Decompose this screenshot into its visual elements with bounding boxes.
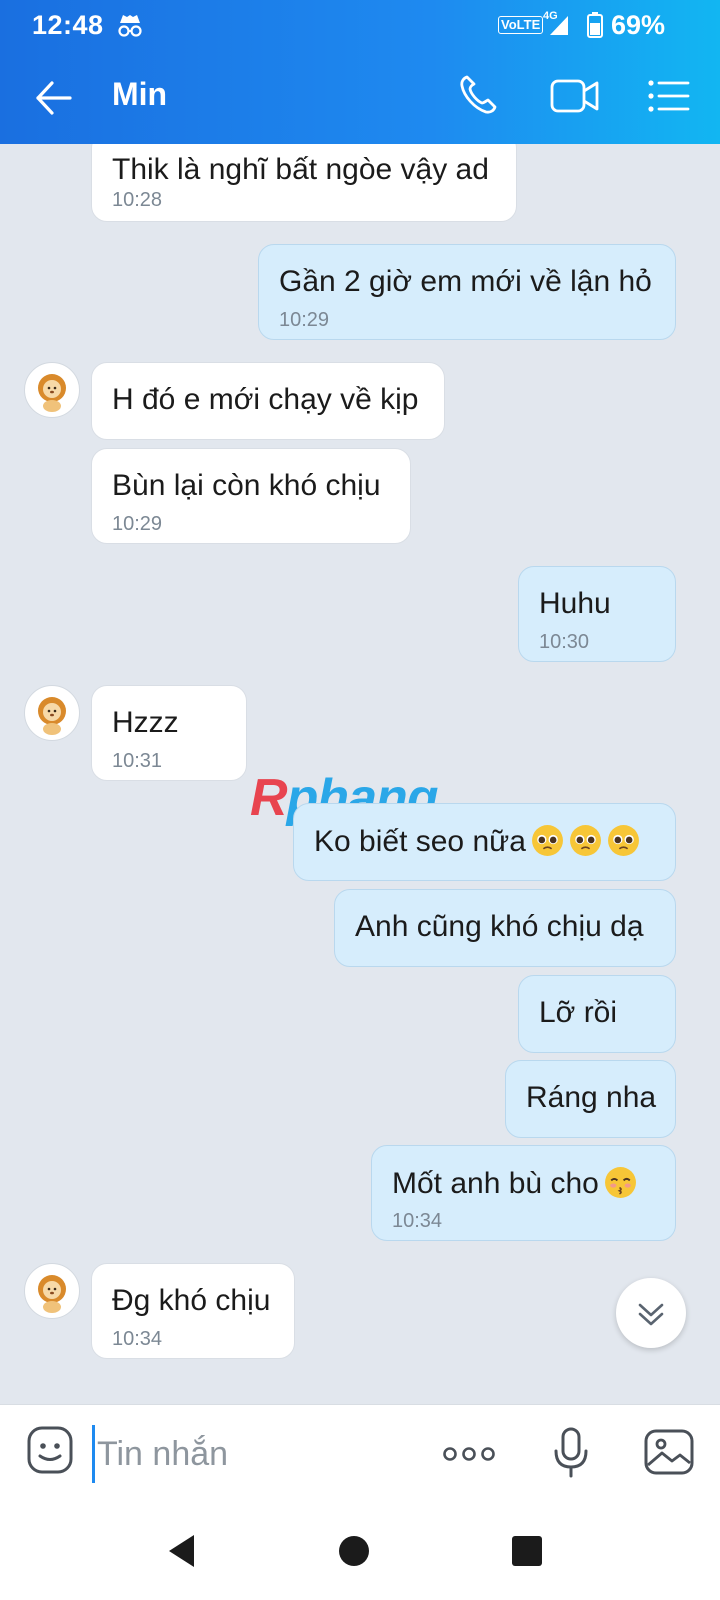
message-list[interactable]: Thik là nghĩ bất ngòe vậy ad 10:28 Gần 2…	[0, 144, 720, 1404]
message-text: Ko biết seo nữa	[314, 824, 640, 859]
message-text: H đó e mới chạy về kịp	[112, 383, 419, 416]
avatar[interactable]	[24, 685, 80, 741]
status-bar: 12:48 VoLTE 4G 69%	[0, 0, 720, 48]
nav-home-icon[interactable]	[339, 1536, 369, 1566]
double-chevron-down-icon	[638, 1303, 664, 1326]
message-bubble-outgoing[interactable]: Gần 2 giờ em mới về lận hỏ 10:29	[258, 244, 676, 340]
message-input[interactable]	[92, 1425, 419, 1483]
message-bubble-outgoing[interactable]: Lỡ rồi	[518, 975, 676, 1053]
message-text: Thik là nghĩ bất ngòe vậy ad	[112, 153, 489, 186]
battery-icon	[587, 12, 603, 43]
message-bubble-outgoing[interactable]: Huhu 10:30	[518, 566, 676, 662]
message-text: Gần 2 giờ em mới về lận hỏ	[279, 265, 652, 298]
message-bubble-outgoing[interactable]: Anh cũng khó chịu dạ	[334, 889, 676, 967]
message-text: Mốt anh bù cho	[392, 1166, 637, 1201]
nav-back-icon[interactable]	[168, 1534, 196, 1573]
video-call-icon[interactable]	[550, 78, 600, 119]
battery-percent: 69%	[611, 10, 666, 40]
message-time: 10:28	[112, 189, 163, 211]
pleading-face-emoji-icon	[607, 825, 639, 856]
incognito-icon	[116, 12, 144, 43]
more-dots-icon[interactable]	[442, 1445, 496, 1468]
signal-icon	[548, 13, 570, 42]
message-bubble-incoming[interactable]: Đg khó chịu 10:34	[91, 1263, 295, 1359]
pleading-face-emoji-icon	[531, 825, 563, 856]
message-text: Huhu	[539, 587, 611, 620]
message-text: Lỡ rồi	[539, 996, 618, 1029]
message-bubble-outgoing[interactable]: Ko biết seo nữa	[293, 803, 676, 881]
message-bubble-incoming[interactable]: Hzzz 10:31	[91, 685, 247, 781]
system-nav-bar	[0, 1504, 720, 1600]
message-text: Hzzz	[112, 706, 179, 739]
menu-list-icon[interactable]	[648, 80, 690, 117]
contact-name[interactable]: Min	[112, 76, 167, 113]
status-time: 12:48	[32, 10, 104, 40]
phone-icon[interactable]	[458, 74, 498, 121]
message-time: 10:31	[112, 750, 163, 772]
scroll-to-bottom-button[interactable]	[616, 1278, 686, 1348]
lion-avatar-icon	[38, 697, 66, 735]
lion-avatar-icon	[38, 374, 66, 412]
pleading-face-emoji-icon	[569, 825, 601, 856]
message-time: 10:34	[112, 1328, 163, 1350]
message-text: Ráng nha	[526, 1081, 657, 1114]
microphone-icon[interactable]	[553, 1427, 589, 1484]
emoji-icon[interactable]	[26, 1425, 74, 1480]
message-bubble-incoming[interactable]: H đó e mới chạy về kịp	[91, 362, 445, 440]
avatar[interactable]	[24, 362, 80, 418]
chat-header: Min	[0, 48, 720, 144]
message-time: 10:30	[539, 631, 590, 653]
avatar[interactable]	[24, 1263, 80, 1319]
message-text: Bùn lại còn khó chịu	[112, 469, 381, 502]
nav-recents-icon[interactable]	[512, 1536, 542, 1566]
message-composer	[0, 1404, 720, 1505]
lion-avatar-icon	[38, 1275, 66, 1313]
image-icon[interactable]	[644, 1429, 694, 1480]
back-arrow-icon[interactable]	[34, 78, 74, 118]
message-bubble-incoming[interactable]: Thik là nghĩ bất ngòe vậy ad 10:28	[91, 144, 517, 222]
message-bubble-outgoing[interactable]: Mốt anh bù cho 10:34	[371, 1145, 676, 1241]
message-time: 10:34	[392, 1210, 443, 1232]
message-bubble-outgoing[interactable]: Ráng nha	[505, 1060, 676, 1138]
message-bubble-incoming[interactable]: Bùn lại còn khó chịu 10:29	[91, 448, 411, 544]
volte-badge: VoLTE	[498, 16, 544, 34]
message-time: 10:29	[279, 309, 330, 331]
message-time: 10:29	[112, 513, 163, 535]
message-text: Đg khó chịu	[112, 1284, 271, 1317]
kissing-face-emoji-icon	[604, 1167, 636, 1198]
message-text: Anh cũng khó chịu dạ	[355, 910, 644, 943]
